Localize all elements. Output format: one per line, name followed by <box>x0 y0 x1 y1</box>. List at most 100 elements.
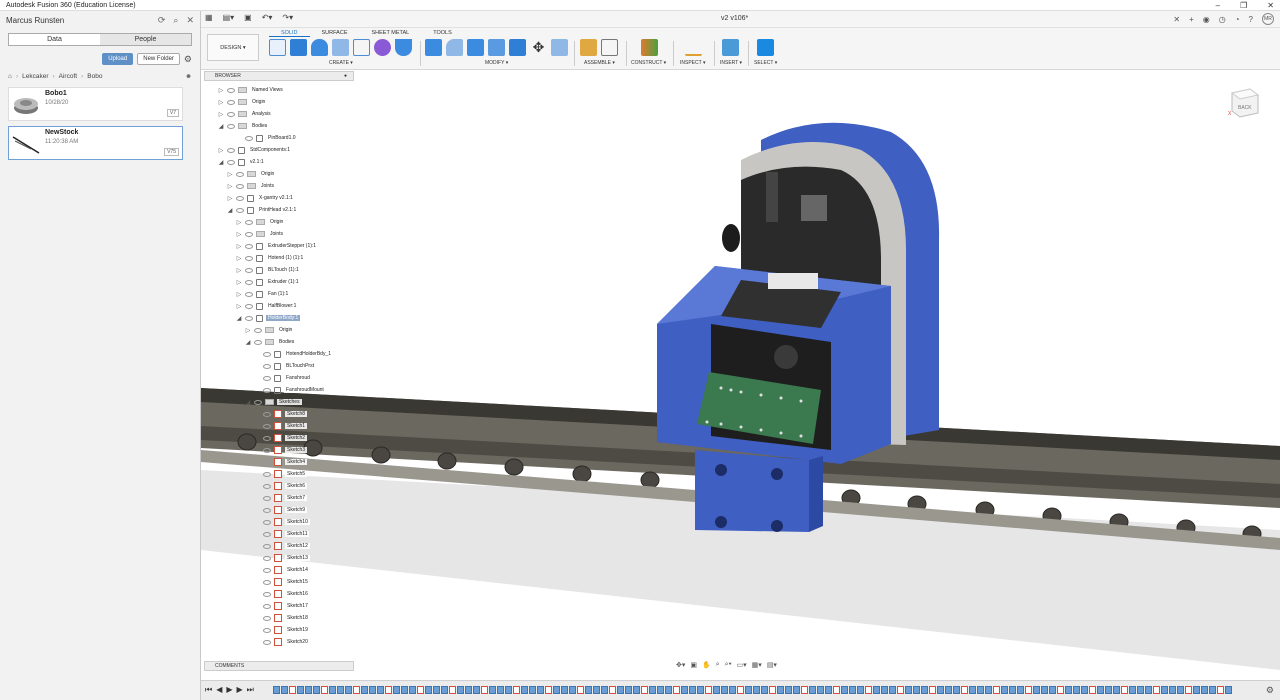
timeline-feature-icon[interactable] <box>601 686 608 694</box>
visibility-eye-icon[interactable] <box>245 135 253 141</box>
expand-caret-icon[interactable]: ▷ <box>245 327 251 334</box>
breadcrumb-item[interactable]: Aircoft <box>59 73 77 80</box>
settings-gear-icon[interactable]: ⚙ <box>184 54 192 65</box>
visibility-eye-icon[interactable] <box>263 519 271 525</box>
expand-caret-icon[interactable]: ▷ <box>227 171 233 178</box>
close-tab-icon[interactable]: ✕ <box>1173 15 1180 24</box>
expand-caret-icon[interactable]: ▷ <box>227 195 233 202</box>
file-card-newstock[interactable]: NewStock 11:20:38 AM V75 <box>8 126 183 160</box>
timeline-feature-icon[interactable] <box>273 686 280 694</box>
timeline-feature-icon[interactable] <box>561 686 568 694</box>
timeline-feature-icon[interactable] <box>1065 686 1072 694</box>
timeline-feature-icon[interactable] <box>1041 686 1048 694</box>
timeline-play-icon[interactable]: ▶ <box>226 685 232 695</box>
browser-node[interactable]: Fanshroud <box>254 373 312 383</box>
timeline-feature-icon[interactable] <box>337 686 344 694</box>
timeline-feature-icon[interactable] <box>489 686 496 694</box>
browser-node[interactable]: BLTouchPrst <box>254 361 316 371</box>
visibility-eye-icon[interactable] <box>227 147 235 153</box>
zoom-icon[interactable]: ⌕ <box>716 661 720 669</box>
undo-icon[interactable]: ↶▾ <box>262 13 273 22</box>
browser-node[interactable]: Sketch15 <box>254 577 310 587</box>
timeline-feature-icon[interactable] <box>1185 686 1192 694</box>
group-insert[interactable]: INSERT ▾ <box>720 60 742 66</box>
new-component-icon[interactable] <box>580 39 597 56</box>
timeline-feature-icon[interactable] <box>369 686 376 694</box>
notifications-icon[interactable]: ◔ <box>1235 15 1240 24</box>
comments-panel[interactable]: COMMENTS <box>204 661 354 671</box>
refresh-icon[interactable]: ⟳ <box>158 15 166 26</box>
visibility-eye-icon[interactable] <box>227 159 235 165</box>
timeline-feature-icon[interactable] <box>465 686 472 694</box>
timeline-feature-icon[interactable] <box>1033 686 1040 694</box>
tab-sheet-metal[interactable]: SHEET METAL <box>360 30 422 37</box>
timeline-feature-icon[interactable] <box>385 686 392 694</box>
browser-node[interactable]: ▷ ExtruderStepper (1):1 <box>236 241 319 251</box>
visibility-eye-icon[interactable] <box>227 87 235 93</box>
timeline-feature-icon[interactable] <box>793 686 800 694</box>
timeline-next-icon[interactable]: ▶ <box>237 685 243 695</box>
browser-node[interactable]: Sketch20 <box>254 637 310 647</box>
timeline-feature-icon[interactable] <box>953 686 960 694</box>
avatar[interactable]: MR <box>1262 13 1274 25</box>
timeline-feature-icon[interactable] <box>393 686 400 694</box>
browser-node[interactable]: ▷ Analysis <box>218 109 273 119</box>
measure-icon[interactable] <box>685 39 702 56</box>
new-folder-button[interactable]: New Folder <box>137 53 180 65</box>
expand-caret-icon[interactable]: ◢ <box>245 399 251 406</box>
tab-surface[interactable]: SURFACE <box>310 30 360 37</box>
move-icon[interactable]: ✥ <box>530 39 547 56</box>
browser-node[interactable]: ▷ Origin <box>236 217 286 227</box>
timeline-feature-icon[interactable] <box>321 686 328 694</box>
timeline-feature-icon[interactable] <box>1001 686 1008 694</box>
look-at-icon[interactable]: ▣ <box>690 661 697 669</box>
visibility-eye-icon[interactable] <box>245 279 253 285</box>
loft-icon[interactable] <box>353 39 370 56</box>
file-version-badge[interactable]: V75 <box>164 148 179 156</box>
timeline-feature-icon[interactable] <box>697 686 704 694</box>
timeline-feature-icon[interactable] <box>873 686 880 694</box>
save-icon[interactable]: ▣ <box>244 13 252 22</box>
visibility-eye-icon[interactable] <box>227 99 235 105</box>
timeline-feature-icon[interactable] <box>729 686 736 694</box>
browser-node[interactable]: ▷ Origin <box>227 169 277 179</box>
timeline-feature-icon[interactable] <box>1073 686 1080 694</box>
document-tab[interactable]: v2 v106* <box>721 15 748 22</box>
timeline-feature-icon[interactable] <box>657 686 664 694</box>
timeline-feature-icon[interactable] <box>1081 686 1088 694</box>
browser-node[interactable]: Sketch6 <box>254 481 308 491</box>
timeline-feature-icon[interactable] <box>1121 686 1128 694</box>
expand-caret-icon[interactable]: ▷ <box>218 87 224 94</box>
browser-node[interactable]: Sketch14 <box>254 565 310 575</box>
browser-node[interactable]: Sketch13 <box>254 553 310 563</box>
timeline-feature-icon[interactable] <box>1113 686 1120 694</box>
visibility-eye-icon[interactable] <box>254 399 262 405</box>
select-cursor-icon[interactable] <box>757 39 774 56</box>
tab-solid[interactable]: SOLID <box>269 30 310 37</box>
viewports-icon[interactable]: ▤▾ <box>767 661 777 669</box>
combine-icon[interactable] <box>509 39 526 56</box>
expand-caret-icon[interactable]: ◢ <box>245 339 251 346</box>
viewcube[interactable]: BACK X <box>1228 85 1262 119</box>
extrude-icon[interactable] <box>290 39 307 56</box>
pan-icon[interactable]: ✋ <box>702 661 711 669</box>
timeline-feature-icon[interactable] <box>825 686 832 694</box>
timeline-feature-icon[interactable] <box>593 686 600 694</box>
timeline-feature-icon[interactable] <box>417 686 424 694</box>
visibility-eye-icon[interactable] <box>245 255 253 261</box>
timeline-feature-icon[interactable] <box>1017 686 1024 694</box>
timeline-feature-icon[interactable] <box>849 686 856 694</box>
shell-icon[interactable] <box>488 39 505 56</box>
timeline-feature-icon[interactable] <box>481 686 488 694</box>
expand-caret-icon[interactable]: ▷ <box>218 99 224 106</box>
timeline-feature-icon[interactable] <box>817 686 824 694</box>
visibility-eye-icon[interactable] <box>236 183 244 189</box>
file-version-badge[interactable]: V7 <box>166 109 179 117</box>
visibility-eye-icon[interactable] <box>245 315 253 321</box>
visibility-eye-icon[interactable] <box>263 375 271 381</box>
timeline-feature-icon[interactable] <box>1169 686 1176 694</box>
browser-node[interactable]: ◢ HolderBody:1 <box>236 313 301 323</box>
model-render[interactable] <box>201 70 1280 680</box>
timeline-feature-icon[interactable] <box>665 686 672 694</box>
workspace-switcher[interactable]: DESIGN ▾ <box>207 34 259 61</box>
